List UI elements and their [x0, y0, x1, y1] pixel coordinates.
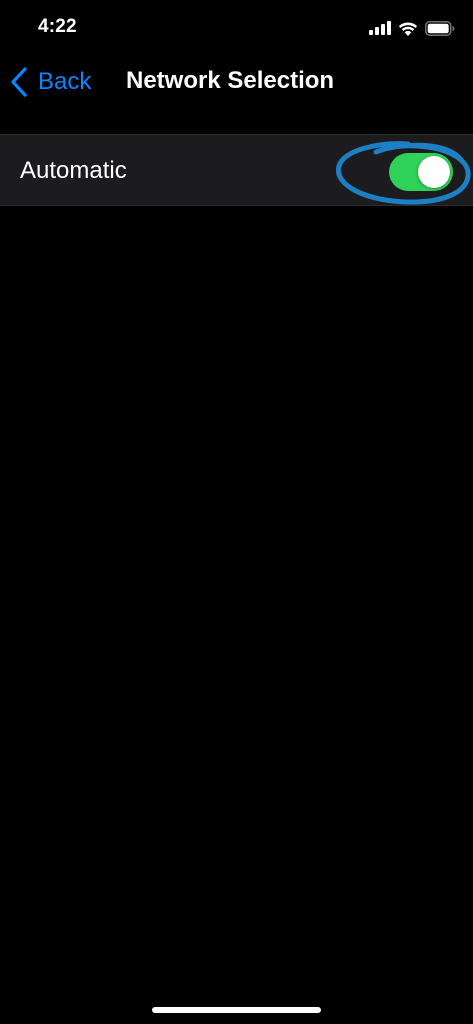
back-label: Back [38, 68, 92, 95]
navigation-bar: Back Network Selection [0, 54, 473, 114]
signal-icon [369, 21, 391, 35]
status-icons [369, 17, 455, 39]
wifi-icon [398, 21, 418, 36]
automatic-label: Automatic [20, 157, 127, 184]
page-title: Network Selection [126, 67, 335, 94]
settings-group: Automatic [0, 134, 473, 206]
automatic-toggle[interactable] [389, 153, 453, 191]
status-time: 4:22 [38, 16, 77, 37]
battery-icon [425, 20, 455, 36]
toggle-knob [418, 156, 450, 188]
chevron-left-icon [10, 67, 28, 97]
back-button[interactable]: Back [10, 64, 91, 100]
home-indicator[interactable] [152, 1007, 321, 1013]
status-bar: 4:22 [0, 0, 473, 54]
